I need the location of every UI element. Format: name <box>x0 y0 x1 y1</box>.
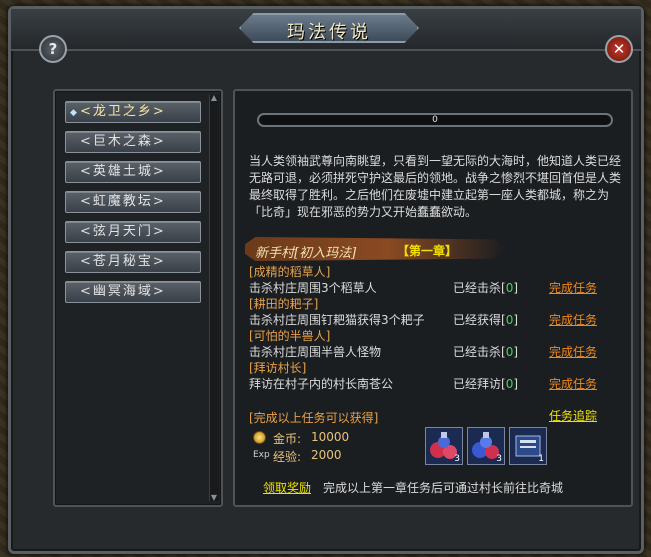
zone-button-longwei[interactable]: ◆ <龙卫之乡> <box>65 101 201 123</box>
zone-label: 苍月秘宝 <box>92 254 153 269</box>
zone-button-youming[interactable]: <幽冥海域> <box>65 281 201 303</box>
zone-label: 巨木之森 <box>92 134 153 149</box>
quest-window: 玛法传说 ? ✕ ◆ <龙卫之乡> <巨木之森> <英雄土城> <虹魔教坛> <弦… <box>8 6 644 554</box>
zone-label: 幽冥海域 <box>92 284 153 299</box>
title-bar[interactable]: 玛法传说 <box>11 9 641 51</box>
window-title: 玛法传说 <box>287 22 371 43</box>
task-status: 已经击杀[0] <box>453 345 519 359</box>
zone-button-jumu[interactable]: <巨木之森> <box>65 131 201 153</box>
gold-value: 10000 <box>311 430 350 444</box>
task-status: 已经拜访[0] <box>453 377 519 391</box>
quest-detail-panel: 0 当人类领袖武尊向南眺望，只看到一望无际的大海时，他知道人类已经无路可退，必须… <box>233 89 633 507</box>
zone-label: 弦月天门 <box>92 224 153 239</box>
reward-item-slot[interactable]: 3 <box>467 427 505 465</box>
zone-button-xianyue[interactable]: <弦月天门> <box>65 221 201 243</box>
exp-label: 经验: <box>273 450 302 464</box>
task-description: 击杀村庄周围半兽人怪物 <box>249 345 382 359</box>
item-quantity: 1 <box>538 454 544 464</box>
task-status: 已经获得[0] <box>453 313 519 327</box>
task-title: [成精的稻草人] <box>249 265 331 279</box>
task-title: [拜访村长] <box>249 361 307 375</box>
complete-task-link[interactable]: 完成任务 <box>549 279 597 296</box>
zone-list-panel: ◆ <龙卫之乡> <巨木之森> <英雄土城> <虹魔教坛> <弦月天门> <苍月秘… <box>53 89 223 507</box>
reward-item-slot[interactable]: 1 <box>509 427 547 465</box>
task-description: 击杀村庄周围3个稻草人 <box>249 281 377 295</box>
chapter-title: 新手村[初入玛法] <box>255 246 357 261</box>
progress-bar: 0 <box>257 113 613 127</box>
zone-label: 龙卫之乡 <box>92 104 153 119</box>
complete-task-link[interactable]: 完成任务 <box>549 343 597 360</box>
task-title: [可怕的半兽人] <box>249 329 331 343</box>
progress-value: 0 <box>432 115 438 125</box>
exp-icon: Exp <box>253 450 270 460</box>
complete-task-link[interactable]: 完成任务 <box>549 375 597 392</box>
gold-label: 金币: <box>273 432 302 446</box>
zone-button-hongmo[interactable]: <虹魔教坛> <box>65 191 201 213</box>
zone-label: 英雄土城 <box>92 164 153 179</box>
zone-scrollbar[interactable] <box>209 95 219 501</box>
gold-coin-icon <box>253 431 266 444</box>
task-description: 拜访在村子内的村长南苍公 <box>249 377 394 391</box>
item-quantity: 3 <box>496 454 502 464</box>
pointer-icon: ◆ <box>70 108 77 118</box>
help-button[interactable]: ? <box>39 35 67 63</box>
story-text: 当人类领袖武尊向南眺望，只看到一望无际的大海时，他知道人类已经无路可退，必须拼死… <box>249 154 622 219</box>
reward-header: [完成以上任务可以获得] <box>249 411 379 425</box>
zone-button-yingxiong[interactable]: <英雄土城> <box>65 161 201 183</box>
task-track-link[interactable]: 任务追踪 <box>549 407 597 424</box>
task-description: 击杀村庄周围钉耙猫获得3个耙子 <box>249 313 425 327</box>
reward-item-slot[interactable]: 3 <box>425 427 463 465</box>
task-status: 已经击杀[0] <box>453 281 519 295</box>
close-button[interactable]: ✕ <box>605 35 633 63</box>
task-title: [耕田的耙子] <box>249 297 319 311</box>
zone-button-cangyue[interactable]: <苍月秘宝> <box>65 251 201 273</box>
chapter-badge: 【第一章】 <box>397 244 458 258</box>
complete-task-link[interactable]: 完成任务 <box>549 311 597 328</box>
claim-reward-link[interactable]: 领取奖励 <box>263 479 311 496</box>
exp-value: 2000 <box>311 448 342 462</box>
scroll-up-icon[interactable]: ▲ <box>208 93 220 103</box>
footer-note: 完成以上第一章任务后可通过村长前往比奇城 <box>323 481 564 495</box>
item-quantity: 3 <box>454 454 460 464</box>
scroll-down-icon[interactable]: ▼ <box>208 493 220 503</box>
zone-label: 虹魔教坛 <box>92 194 153 209</box>
